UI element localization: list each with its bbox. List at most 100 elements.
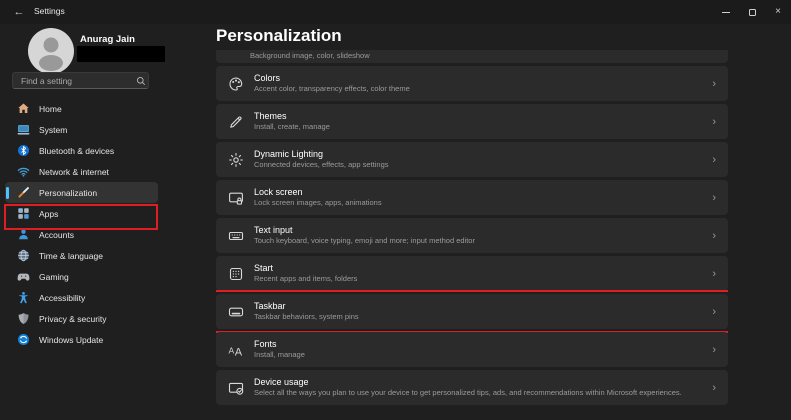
chevron-right-icon: ›	[704, 192, 716, 204]
sidebar-item-home[interactable]: Home	[5, 98, 158, 119]
settings-row-colors[interactable]: ColorsAccent color, transparency effects…	[216, 66, 728, 101]
sidebar-item-personalization[interactable]: Personalization	[5, 182, 158, 203]
row-subtitle: Install, manage	[254, 350, 305, 360]
maximize-icon	[749, 9, 756, 16]
row-subtitle: Touch keyboard, voice typing, emoji and …	[254, 236, 475, 246]
sidebar-item-label: Time & language	[39, 251, 103, 261]
row-subtitle: Taskbar behaviors, system pins	[254, 312, 359, 322]
home-icon	[17, 102, 30, 115]
colors-icon	[228, 76, 244, 92]
sidebar-item-label: Accounts	[39, 230, 74, 240]
sidebar-item-accounts[interactable]: Accounts	[5, 224, 158, 245]
row-title: Fonts	[254, 339, 305, 350]
back-icon[interactable]: ←	[10, 4, 28, 20]
row-title: Dynamic Lighting	[254, 149, 389, 160]
search-box[interactable]	[12, 72, 149, 89]
search-icon	[136, 76, 146, 86]
avatar[interactable]	[28, 28, 74, 74]
row-subtitle: Recent apps and items, folders	[254, 274, 357, 284]
chevron-right-icon: ›	[704, 116, 716, 128]
sidebar-nav: Home System Bluetooth & devices Network …	[5, 98, 158, 350]
sidebar-item-label: Network & internet	[39, 167, 109, 177]
chevron-right-icon: ›	[704, 154, 716, 166]
svg-text:A: A	[229, 345, 235, 355]
row-subtitle: Background image, color, slideshow	[250, 51, 370, 61]
accessibility-icon	[17, 291, 30, 304]
sidebar-item-label: Gaming	[39, 272, 69, 282]
maximize-button[interactable]	[739, 0, 765, 24]
text-input-icon	[228, 228, 244, 244]
settings-list: Background image, color, slideshow Color…	[216, 50, 728, 420]
row-subtitle: Connected devices, effects, app settings	[254, 160, 389, 170]
row-subtitle: Select all the ways you plan to use your…	[254, 388, 682, 398]
main-content: Personalization Background image, color,…	[216, 24, 728, 420]
close-button[interactable]: ×	[765, 0, 791, 24]
personalization-icon	[17, 186, 30, 199]
redacted-email-box	[77, 46, 165, 62]
row-subtitle: Install, create, manage	[254, 122, 330, 132]
apps-icon	[17, 207, 30, 220]
sidebar-item-system[interactable]: System	[5, 119, 158, 140]
sidebar-item-label: System	[39, 125, 67, 135]
sidebar-item-privacy-security[interactable]: Privacy & security	[5, 308, 158, 329]
settings-row-text-input[interactable]: Text inputTouch keyboard, voice typing, …	[216, 218, 728, 253]
sidebar: Anurag Jain Home System Bluetooth & devi…	[0, 24, 200, 420]
sidebar-item-windows-update[interactable]: Windows Update	[5, 329, 158, 350]
svg-text:A: A	[235, 346, 243, 357]
settings-row-device-usage[interactable]: Device usageSelect all the ways you plan…	[216, 370, 728, 405]
row-title: Colors	[254, 73, 410, 84]
sidebar-item-gaming[interactable]: Gaming	[5, 266, 158, 287]
row-title: Text input	[254, 225, 475, 236]
row-title: Taskbar	[254, 301, 359, 312]
device-usage-icon	[228, 380, 244, 396]
window-title: Settings	[34, 6, 65, 16]
chevron-right-icon: ›	[704, 268, 716, 280]
taskbar-icon	[228, 304, 244, 320]
sidebar-item-label: Apps	[39, 209, 58, 219]
start-icon	[228, 266, 244, 282]
sidebar-item-label: Windows Update	[39, 335, 103, 345]
settings-row-dynamic-lighting[interactable]: Dynamic LightingConnected devices, effec…	[216, 142, 728, 177]
row-subtitle: Accent color, transparency effects, colo…	[254, 84, 410, 94]
search-input[interactable]	[13, 76, 136, 86]
chevron-right-icon: ›	[704, 306, 716, 318]
system-icon	[17, 123, 30, 136]
sidebar-item-label: Personalization	[39, 188, 97, 198]
minimize-icon	[722, 12, 730, 13]
sidebar-item-bluetooth-devices[interactable]: Bluetooth & devices	[5, 140, 158, 161]
lock-screen-icon	[228, 190, 244, 206]
privacy-security-icon	[17, 312, 30, 325]
settings-row-start[interactable]: StartRecent apps and items, folders ›	[216, 256, 728, 291]
sidebar-item-apps[interactable]: Apps	[5, 203, 158, 224]
page-title: Personalization	[216, 26, 342, 46]
dynamic-lighting-icon	[228, 152, 244, 168]
sidebar-item-time-language[interactable]: Time & language	[5, 245, 158, 266]
row-title: Start	[254, 263, 357, 274]
time-language-icon	[17, 249, 30, 262]
minimize-button[interactable]	[713, 0, 739, 24]
sidebar-item-label: Bluetooth & devices	[39, 146, 114, 156]
windows-update-icon	[17, 333, 30, 346]
row-title: Themes	[254, 111, 330, 122]
sidebar-item-network-internet[interactable]: Network & internet	[5, 161, 158, 182]
row-title: Device usage	[254, 377, 682, 388]
close-icon: ×	[775, 7, 781, 17]
settings-row-background-partial[interactable]: Background image, color, slideshow	[216, 50, 728, 63]
chevron-right-icon: ›	[704, 78, 716, 90]
settings-row-taskbar[interactable]: TaskbarTaskbar behaviors, system pins ›	[216, 294, 728, 329]
selected-accent-pill	[6, 187, 9, 199]
sidebar-item-label: Home	[39, 104, 62, 114]
titlebar: ← Settings ×	[0, 0, 791, 24]
sidebar-item-label: Accessibility	[39, 293, 85, 303]
settings-row-fonts[interactable]: AA FontsInstall, manage ›	[216, 332, 728, 367]
fonts-icon: AA	[228, 342, 244, 358]
sidebar-item-accessibility[interactable]: Accessibility	[5, 287, 158, 308]
settings-row-themes[interactable]: ThemesInstall, create, manage ›	[216, 104, 728, 139]
window-controls: ×	[713, 0, 791, 24]
chevron-right-icon: ›	[704, 230, 716, 242]
settings-row-lock-screen[interactable]: Lock screenLock screen images, apps, ani…	[216, 180, 728, 215]
bluetooth-icon	[17, 144, 30, 157]
gaming-icon	[17, 270, 30, 283]
row-subtitle: Lock screen images, apps, animations	[254, 198, 382, 208]
sidebar-item-label: Privacy & security	[39, 314, 107, 324]
